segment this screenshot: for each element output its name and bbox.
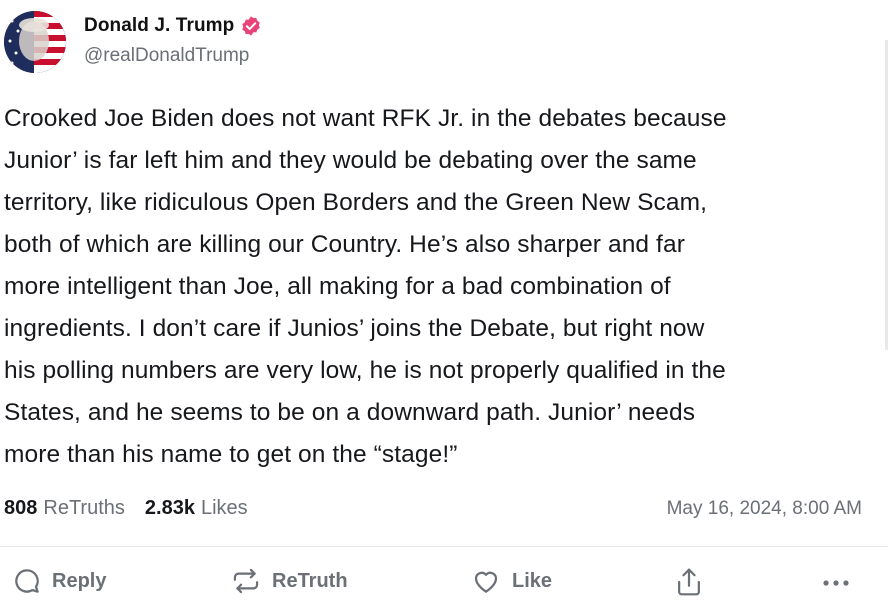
- retruth-label: ReTruth: [272, 569, 348, 592]
- like-button[interactable]: Like: [470, 566, 552, 596]
- verified-badge-icon: [240, 15, 262, 37]
- more-icon: [820, 566, 854, 596]
- share-button[interactable]: [674, 566, 704, 598]
- post-text-line: Crooked Joe Biden does not want RFK Jr. …: [4, 105, 727, 132]
- likes-label: Likes: [200, 497, 248, 519]
- display-name[interactable]: Donald J. Trump: [84, 15, 234, 37]
- post-body: Crooked Joe Biden does not want RFK Jr. …: [4, 98, 866, 476]
- post-text-line: his polling numbers are very low, he is …: [4, 357, 726, 384]
- heart-icon: [470, 566, 502, 596]
- likes-stat[interactable]: 2.83k Likes: [145, 497, 248, 520]
- reply-icon: [12, 566, 42, 596]
- post-header: Donald J. Trump @realDonaldTrump: [4, 10, 262, 74]
- likes-count: 2.83k: [144, 497, 195, 519]
- more-button[interactable]: [820, 566, 854, 596]
- post-text-line: ingredients. I don’t care if Junios’ joi…: [4, 315, 705, 342]
- divider: [0, 546, 888, 547]
- post-text-line: both of which are killing our Country. H…: [4, 231, 685, 258]
- post-text-line: States, and he seems to be on a downward…: [4, 399, 696, 426]
- retruths-stat[interactable]: 808 ReTruths: [4, 497, 125, 520]
- avatar[interactable]: [4, 11, 66, 73]
- author-names: Donald J. Trump @realDonaldTrump: [84, 15, 262, 67]
- action-bar: Reply ReTruth Like: [0, 556, 888, 606]
- post-card: Donald J. Trump @realDonaldTrump Crooked…: [0, 0, 888, 606]
- retruth-icon: [230, 566, 262, 596]
- reply-button[interactable]: Reply: [12, 566, 106, 596]
- post-stats: 808 ReTruths 2.83k Likes May 16, 2024, 8:0…: [4, 497, 862, 520]
- display-name-row: Donald J. Trump: [84, 15, 262, 37]
- reply-label: Reply: [52, 569, 107, 592]
- post-text-line: Junior’ is far left him and they would b…: [4, 147, 697, 174]
- post-text-line: more intelligent than Joe, all making fo…: [4, 273, 671, 300]
- avatar-image: [4, 11, 66, 73]
- retruth-button[interactable]: ReTruth: [230, 566, 348, 596]
- post-text-line: more than his name to get on the “stage!…: [4, 441, 458, 468]
- share-icon: [674, 566, 704, 598]
- author-handle[interactable]: @realDonaldTrump: [84, 45, 262, 67]
- retruths-count: 808: [4, 497, 38, 519]
- post-text-line: territory, like ridiculous Open Borders …: [4, 189, 708, 216]
- like-label: Like: [512, 569, 553, 592]
- retruths-label: ReTruths: [43, 497, 125, 519]
- post-timestamp[interactable]: May 16, 2024, 8:00 AM: [667, 498, 862, 520]
